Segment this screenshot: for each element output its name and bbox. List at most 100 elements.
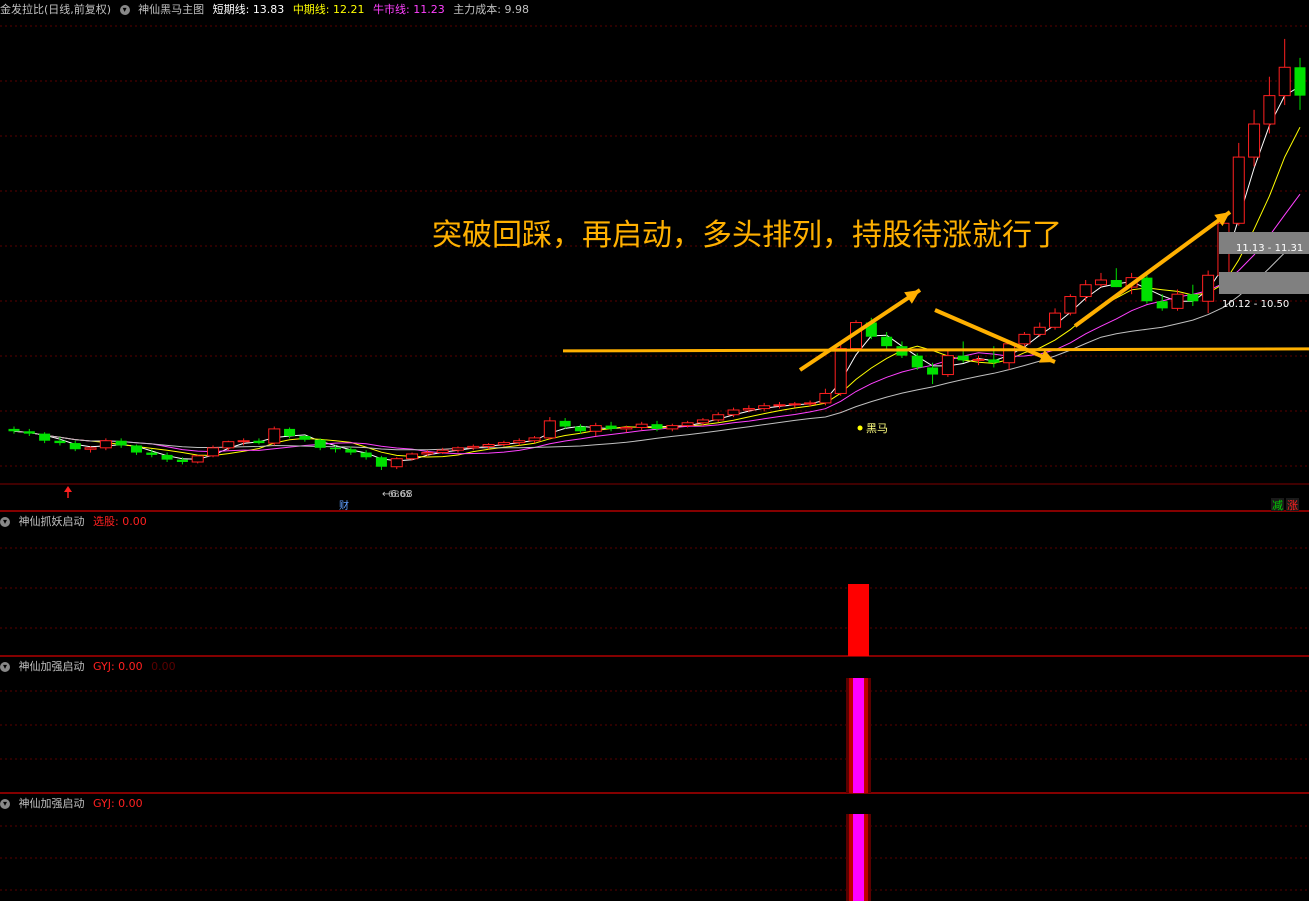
candle [268,426,281,446]
candle-body [804,402,817,405]
signal-core [853,814,865,901]
candle-body [222,441,235,449]
candle-body [1064,296,1077,314]
candle [99,438,112,451]
ma-short-line [13,85,1301,462]
candle [1232,142,1245,226]
candle [957,341,969,363]
candle-body [115,440,127,446]
candle-body [972,358,985,361]
candle-body [299,436,311,440]
candle [635,421,648,431]
candle-body [651,424,663,429]
candle [559,418,571,429]
candle [788,401,801,408]
candle-body [1248,123,1261,158]
sub3-chart-svg[interactable] [0,794,1309,901]
candle-body [727,409,740,416]
candle [712,412,725,422]
candle-body [329,447,342,450]
candle-body [375,457,387,467]
candle-body [620,426,633,430]
candle [161,452,173,462]
candle-body [54,440,66,444]
candle-body [988,359,1000,363]
candle-body [130,445,142,453]
cost-line [13,239,1301,451]
candle [972,355,985,366]
breakout-level-line [562,347,1309,353]
candle [39,432,51,444]
candle-body [1156,301,1168,309]
candle-body [941,355,954,376]
candle [314,438,326,451]
candle-body [513,440,526,444]
candle-body [1232,156,1245,224]
signal-bar [848,584,870,656]
candle [1094,272,1107,288]
candle-body [881,336,893,347]
candle [1202,270,1215,314]
candle [1018,332,1031,347]
candle [1278,38,1291,106]
zhang-tag: 涨 [1287,499,1298,512]
sub-panel-1: ▾ 神仙抓妖启动 选股: 0.00 [0,512,1309,657]
candle-body [605,425,617,429]
candle [146,449,158,458]
candle [84,446,97,453]
main-chart-panel: 金发拉比(日线,前复权) ▾ 神仙黑马主图 短期线: 13.83 中期线: 12… [0,0,1309,512]
candle-body [1003,343,1016,364]
candle-body [742,408,755,411]
candle [406,452,419,461]
candle [1110,268,1122,288]
candle-body [99,440,112,449]
candle [1033,322,1046,337]
sub-panel-3: ▾ 神仙加强启动 GYJ: 0.00 [0,794,1309,901]
candle [345,446,357,455]
candle-body [406,453,419,460]
candle [911,353,923,370]
candle-body [635,423,648,428]
candle [758,402,771,412]
candle-body [528,437,541,442]
candle [819,388,832,406]
candle [1187,284,1199,306]
candle [253,438,265,445]
candle-body [1294,67,1306,96]
candle-body [1141,277,1153,302]
arrow-shaft [1073,210,1232,328]
candle-body [345,449,357,453]
candle-body [421,452,434,455]
candle-body [191,455,204,463]
candle [773,401,786,409]
trend-arrow-up-2 [1073,210,1232,328]
gyj-signal-bar [846,814,872,901]
candle-body [1049,312,1062,328]
sub1-chart-svg[interactable] [0,512,1309,657]
heima-label: 黑马 [866,422,888,435]
candle-body [467,445,480,449]
candle [69,440,81,452]
candle-body [23,431,35,434]
candle-body [451,447,464,451]
candle-body [834,348,847,394]
range-label-1: 11.13 - 11.31 [1236,243,1303,254]
candle [299,435,311,442]
price-chart-svg[interactable]: 11.13 - 11.3110.12 - 10.50黑马6865←6.68财减涨 [0,0,1309,512]
low-price-label: ←6.68 [382,489,413,500]
candle-body [497,442,510,446]
cai-marker: 财 [339,499,349,512]
candle-body [666,425,679,430]
candle-body [589,425,602,432]
gyj-signal-bar [846,678,872,793]
candle-body [911,355,923,368]
candle-body [360,452,372,458]
candle-body [1094,279,1107,286]
sub2-chart-svg[interactable] [0,657,1309,794]
candle-body [574,426,586,432]
candle [360,450,372,460]
candle [8,426,20,434]
candle-body [146,452,158,455]
candle-body [314,439,326,448]
candle-body [543,420,556,439]
